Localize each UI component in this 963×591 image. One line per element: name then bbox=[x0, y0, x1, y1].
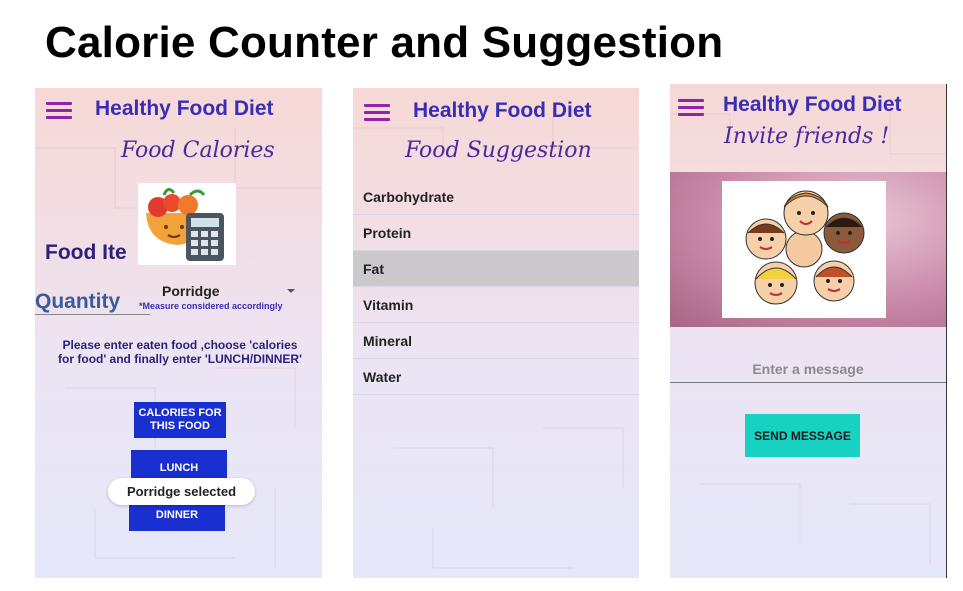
food-category-list: Carbohydrate Protein Fat Vitamin Mineral… bbox=[353, 179, 639, 395]
screen-subtitle: Invite friends ! bbox=[724, 124, 890, 149]
list-item-carbohydrate[interactable]: Carbohydrate bbox=[353, 179, 639, 215]
food-suggestion-screen: Healthy Food Diet Food Suggestion Carboh… bbox=[353, 88, 639, 578]
message-input[interactable] bbox=[670, 356, 946, 383]
food-calculator-icon bbox=[138, 183, 236, 265]
calories-for-food-button[interactable]: CALORIES FOR THIS FOOD bbox=[134, 402, 226, 438]
app-title: Healthy Food Diet bbox=[413, 99, 592, 122]
friends-group-illustration bbox=[722, 181, 886, 318]
food-calories-screen: Healthy Food Diet Food Calories Food Ite… bbox=[35, 88, 322, 578]
invite-banner bbox=[670, 172, 946, 327]
menu-icon[interactable] bbox=[46, 102, 72, 120]
app-title: Healthy Food Diet bbox=[95, 97, 274, 120]
food-item-label: Food Ite bbox=[45, 241, 127, 264]
chevron-down-icon[interactable] bbox=[287, 289, 295, 293]
app-title: Healthy Food Diet bbox=[723, 93, 902, 116]
send-message-button[interactable]: SEND MESSAGE bbox=[745, 414, 860, 457]
food-spinner[interactable]: Porridge bbox=[162, 283, 220, 299]
list-item-mineral[interactable]: Mineral bbox=[353, 323, 639, 359]
quantity-field[interactable]: Quantity bbox=[35, 290, 150, 315]
list-item-protein[interactable]: Protein bbox=[353, 215, 639, 251]
screen-subtitle: Food Calories bbox=[121, 138, 275, 163]
list-item-fat[interactable]: Fat bbox=[353, 251, 639, 287]
circuit-background bbox=[670, 104, 946, 564]
invite-friends-screen: Healthy Food Diet Invite friends ! Enter… bbox=[670, 84, 947, 578]
list-item-water[interactable]: Water bbox=[353, 359, 639, 395]
menu-icon[interactable] bbox=[678, 99, 704, 117]
list-item-vitamin[interactable]: Vitamin bbox=[353, 287, 639, 323]
measure-note: *Measure considered accordingly bbox=[139, 301, 283, 311]
screen-subtitle: Food Suggestion bbox=[405, 138, 592, 163]
menu-icon[interactable] bbox=[364, 104, 390, 122]
slide-title: Calorie Counter and Suggestion bbox=[45, 18, 724, 67]
instructions-text: Please enter eaten food ,choose 'calorie… bbox=[58, 338, 302, 366]
toast-message: Porridge selected bbox=[108, 478, 255, 505]
